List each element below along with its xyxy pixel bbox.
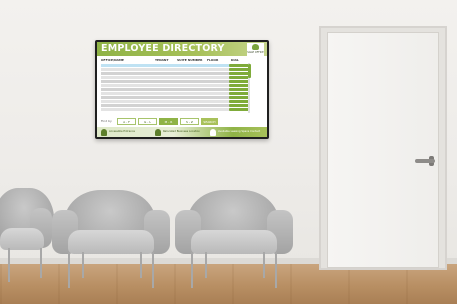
leaf-icon [252, 44, 259, 50]
column-header-suite: SUITE NUMBER [177, 58, 203, 62]
lounge-chair-right [175, 190, 293, 290]
footer-leasing: Available Leasing Space Contact [218, 130, 261, 133]
chair-leg [275, 252, 277, 288]
column-header-name: OFFICE/NAME [101, 58, 124, 62]
chair-seat [0, 228, 44, 250]
scrollbar-thumb[interactable] [247, 64, 251, 78]
dial-button[interactable] [229, 100, 249, 104]
chair-leg [205, 252, 207, 278]
chair-leg [40, 248, 42, 278]
column-header-tenant: TENANT [155, 58, 169, 62]
dial-button[interactable] [229, 104, 249, 108]
pager-button-a-f[interactable]: A - F [117, 118, 136, 125]
dial-button[interactable] [229, 68, 249, 72]
chair-leg [68, 252, 70, 288]
dial-button[interactable] [229, 108, 249, 112]
dial-button[interactable] [229, 96, 249, 100]
chair-leg [140, 252, 142, 278]
column-header-dial: DIAL [231, 58, 239, 62]
directory-screen: EMPLOYEE DIRECTORY SAGE OFFICE OFFICE/NA… [97, 42, 267, 137]
pager-button-g-l[interactable]: G - L [138, 118, 157, 125]
chair-seat [191, 230, 277, 254]
chair-seat [68, 230, 154, 254]
table-row[interactable] [101, 108, 249, 112]
wheelchair-icon [101, 128, 107, 136]
directory-footer: Accessible Entrance Relocated Business L… [97, 127, 267, 137]
pager-button-m-r[interactable]: M - R [159, 118, 178, 125]
lounge-chair-left [0, 188, 58, 282]
dial-button[interactable] [229, 76, 249, 80]
person-icon [210, 128, 216, 136]
lounge-chair-middle [52, 190, 170, 290]
chair-leg [191, 252, 193, 288]
dial-button[interactable] [229, 80, 249, 84]
door-handle [415, 159, 435, 163]
footer-relocated: Relocated Business Location [163, 130, 200, 133]
company-logo: SAGE OFFICE [247, 43, 264, 57]
directory-title: EMPLOYEE DIRECTORY [101, 43, 225, 54]
dial-button[interactable] [229, 84, 249, 88]
lobby-photo: EMPLOYEE DIRECTORY SAGE OFFICE OFFICE/NA… [0, 0, 457, 304]
wall-tv: EMPLOYEE DIRECTORY SAGE OFFICE OFFICE/NA… [95, 40, 269, 139]
chair-leg [8, 248, 10, 282]
chair-leg [152, 252, 154, 288]
dial-button[interactable] [229, 72, 249, 76]
dial-button[interactable] [229, 92, 249, 96]
pager-label: Find by [101, 119, 112, 123]
column-header-floor: FLOOR [207, 58, 219, 62]
chair-leg [263, 252, 265, 278]
logo-text: SAGE OFFICE [247, 51, 264, 54]
door [327, 32, 439, 268]
person-icon [155, 128, 161, 136]
search-button[interactable]: SEARCH [201, 118, 218, 125]
pager-button-s-z[interactable]: S - Z [180, 118, 199, 125]
directory-header: EMPLOYEE DIRECTORY [97, 42, 267, 56]
chair-leg [82, 252, 84, 278]
footer-accessible: Accessible Entrance [109, 130, 136, 133]
dial-button[interactable] [229, 64, 249, 68]
dial-button[interactable] [229, 88, 249, 92]
